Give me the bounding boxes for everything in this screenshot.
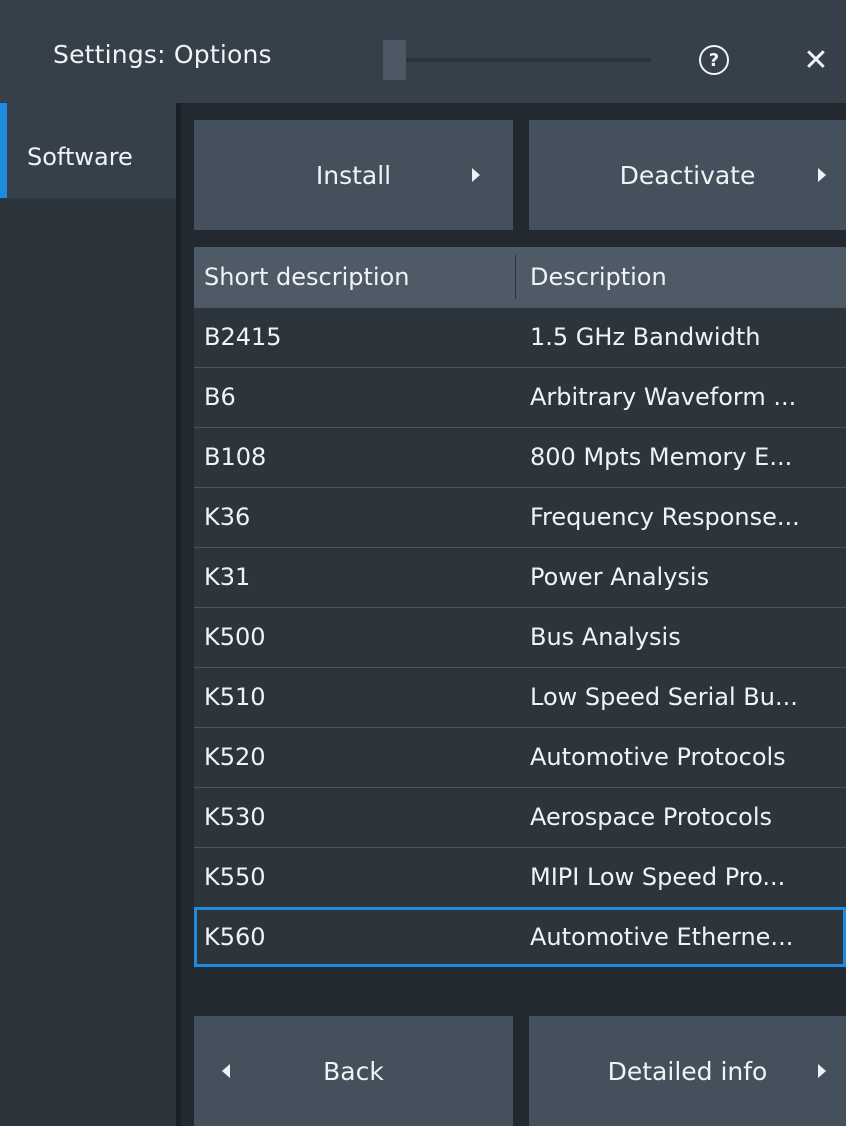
cell-description: Aerospace Protocols: [530, 803, 773, 831]
install-button-label: Install: [315, 160, 392, 190]
options-panel: Install Deactivate Short description Des…: [181, 103, 846, 1126]
cell-description: Bus Analysis: [530, 623, 681, 651]
cell-description: Automotive Etherne...: [530, 923, 794, 951]
cell-description: Power Analysis: [530, 563, 710, 591]
sidebar-item-software[interactable]: Software: [0, 103, 176, 198]
table-row[interactable]: B108 800 Mpts Memory E...: [194, 427, 846, 487]
chevron-right-icon: [818, 168, 826, 182]
cell-description: 800 Mpts Memory E...: [530, 443, 793, 471]
cell-short-description: K500: [204, 623, 266, 651]
column-separator[interactable]: [515, 255, 516, 299]
cell-short-description: K550: [204, 863, 266, 891]
deactivate-button[interactable]: Deactivate: [529, 120, 846, 230]
title-bar: Settings: Options ? ✕: [0, 0, 846, 103]
table-row[interactable]: B2415 1.5 GHz Bandwidth: [194, 307, 846, 367]
table-row[interactable]: K530 Aerospace Protocols: [194, 787, 846, 847]
cell-description: MIPI Low Speed Pro...: [530, 863, 786, 891]
scrollbar-thumb[interactable]: [383, 40, 406, 80]
column-header-description[interactable]: Description: [530, 247, 667, 307]
table-row[interactable]: K36 Frequency Response...: [194, 487, 846, 547]
table-row[interactable]: K520 Automotive Protocols: [194, 727, 846, 787]
chevron-left-icon: [222, 1064, 230, 1078]
cell-description: Frequency Response...: [530, 503, 800, 531]
cell-short-description: B108: [204, 443, 267, 471]
table-row[interactable]: K510 Low Speed Serial Bu...: [194, 667, 846, 727]
cell-short-description: B6: [204, 383, 236, 411]
table-row[interactable]: K550 MIPI Low Speed Pro...: [194, 847, 846, 907]
chevron-right-icon: [818, 1064, 826, 1078]
scrollbar-rail: [383, 58, 651, 62]
dialog-title: Settings: Options: [53, 40, 272, 69]
options-table: Short description Description B2415 1.5 …: [194, 247, 846, 967]
cell-description: Automotive Protocols: [530, 743, 786, 771]
cell-short-description: K31: [204, 563, 251, 591]
table-row[interactable]: B6 Arbitrary Waveform ...: [194, 367, 846, 427]
cell-short-description: K560: [204, 923, 266, 951]
back-button-label: Back: [323, 1056, 384, 1086]
table-row[interactable]: K31 Power Analysis: [194, 547, 846, 607]
cell-description: Low Speed Serial Bu...: [530, 683, 798, 711]
cell-short-description: B2415: [204, 323, 282, 351]
back-button[interactable]: Back: [194, 1016, 513, 1126]
cell-short-description: K520: [204, 743, 266, 771]
horizontal-scrollbar[interactable]: [383, 40, 651, 80]
cell-short-description: K510: [204, 683, 266, 711]
detailed-info-button[interactable]: Detailed info: [529, 1016, 846, 1126]
detailed-info-button-label: Detailed info: [607, 1056, 768, 1086]
help-icon: ?: [699, 45, 729, 75]
help-button[interactable]: ?: [694, 40, 734, 80]
install-button[interactable]: Install: [194, 120, 513, 230]
table-row[interactable]: K500 Bus Analysis: [194, 607, 846, 667]
table-header: Short description Description: [194, 247, 846, 307]
close-button[interactable]: ✕: [796, 40, 836, 80]
deactivate-button-label: Deactivate: [619, 160, 756, 190]
column-header-short-description[interactable]: Short description: [204, 247, 409, 307]
cell-short-description: K530: [204, 803, 266, 831]
cell-short-description: K36: [204, 503, 251, 531]
cell-description: 1.5 GHz Bandwidth: [530, 323, 761, 351]
sidebar-item-label: Software: [27, 143, 133, 171]
cell-description: Arbitrary Waveform ...: [530, 383, 797, 411]
table-row-selected[interactable]: K560 Automotive Etherne...: [194, 907, 846, 967]
close-icon: ✕: [803, 42, 829, 78]
sidebar: Software: [0, 103, 176, 1126]
chevron-right-icon: [472, 168, 480, 182]
